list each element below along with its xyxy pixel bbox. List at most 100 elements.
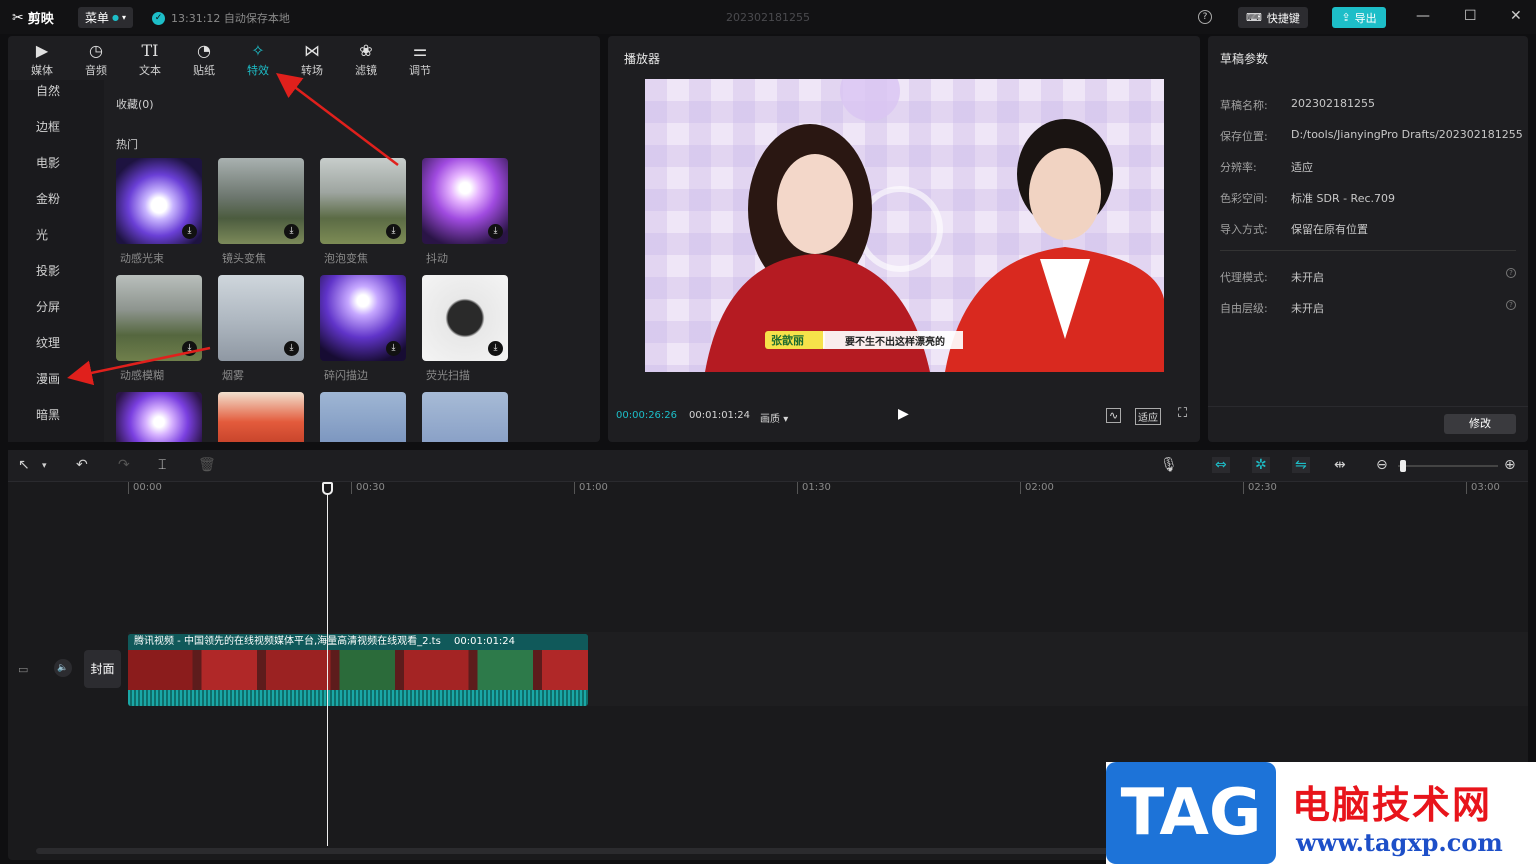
effect-thumb[interactable]: ⤓	[218, 275, 304, 361]
export-button[interactable]: ⇪ 导出	[1332, 7, 1386, 28]
watermark-tag: TAG	[1106, 762, 1276, 864]
field-key: 草稿名称:	[1220, 99, 1268, 112]
download-icon[interactable]: ⤓	[386, 341, 401, 356]
track-audio-icon[interactable]: 🔈	[54, 659, 72, 677]
playhead[interactable]	[327, 482, 328, 846]
link-icon[interactable]: ⇔	[1212, 457, 1230, 473]
microphone-icon[interactable]: 🎙	[1160, 457, 1178, 473]
category-item[interactable]: 纹理	[36, 334, 60, 351]
category-item[interactable]: 暗黑	[36, 406, 60, 423]
zoom-slider[interactable]	[1398, 465, 1498, 467]
total-time: 00:01:01:24	[689, 410, 751, 421]
help-icon[interactable]: ?	[1198, 10, 1212, 24]
player-title: 播放器	[624, 52, 661, 66]
effect-thumb[interactable]: ⤓	[116, 158, 202, 244]
fullscreen-icon[interactable]: ⛶	[1178, 406, 1187, 421]
waveform-icon[interactable]: ∿	[1106, 408, 1122, 423]
track-video-icon[interactable]: ▭	[18, 663, 28, 676]
category-item[interactable]: 电影	[36, 154, 60, 171]
playhead-handle[interactable]	[322, 482, 333, 495]
snap-icon[interactable]: ✲	[1252, 457, 1270, 473]
effect-label: 烟雾	[222, 369, 244, 382]
redo-icon[interactable]: ↷	[118, 457, 130, 473]
tab-audio[interactable]: ◷ 音频	[74, 40, 118, 78]
effect-thumb[interactable]: ⤓	[320, 158, 406, 244]
tab-sticker[interactable]: ◔ 贴纸	[182, 40, 226, 78]
category-item[interactable]: 自然	[36, 82, 60, 99]
tab-filter[interactable]: ❀ 滤镜	[344, 40, 388, 78]
audio-icon: ◷	[89, 41, 103, 60]
download-icon[interactable]: ⤓	[284, 341, 299, 356]
category-item-comic[interactable]: 漫画	[36, 370, 60, 387]
tab-label: 特效	[247, 64, 269, 77]
select-tool-icon[interactable]: ↖	[18, 457, 30, 473]
undo-icon[interactable]: ↶	[76, 457, 88, 473]
export-label: 导出	[1354, 11, 1377, 25]
video-clip[interactable]: 腾讯视频 - 中国领先的在线视频媒体平台,海量高清视频在线观看_2.ts 00:…	[128, 634, 588, 706]
download-icon[interactable]: ⤓	[488, 341, 503, 356]
delete-icon[interactable]: 🗑	[198, 457, 216, 473]
adjust-icon: ⚌	[412, 41, 428, 60]
chevron-down-icon[interactable]: ▾	[42, 461, 47, 471]
preview-axis-icon[interactable]: ⇹	[1334, 457, 1346, 473]
caption-name: 张歆丽	[771, 334, 804, 347]
tab-adjust[interactable]: ⚌ 调节	[398, 40, 442, 78]
effect-thumb[interactable]	[422, 392, 508, 442]
tab-transition[interactable]: ⋈ 转场	[290, 40, 334, 78]
category-item[interactable]: 金粉	[36, 190, 60, 207]
zoom-in-icon[interactable]: ⊕	[1504, 457, 1516, 473]
zoom-slider-handle[interactable]	[1400, 460, 1406, 472]
ruler-tick: 02:00	[1020, 482, 1054, 494]
fit-button[interactable]: 适应	[1135, 408, 1161, 425]
effect-thumb[interactable]: ⤓	[422, 158, 508, 244]
effect-thumb[interactable]: ⤓	[422, 275, 508, 361]
download-icon[interactable]: ⤓	[488, 224, 503, 239]
effect-thumb[interactable]	[116, 392, 202, 442]
ruler-tick: 00:30	[351, 482, 385, 494]
minimize-icon[interactable]: —	[1416, 8, 1430, 24]
tab-text[interactable]: TI 文本	[128, 40, 172, 78]
close-icon[interactable]: ✕	[1510, 8, 1522, 24]
effect-thumb[interactable]: ⤓	[116, 275, 202, 361]
category-item[interactable]: 分屏	[36, 298, 60, 315]
download-icon[interactable]: ⤓	[182, 224, 197, 239]
download-icon[interactable]: ⤓	[284, 224, 299, 239]
favorites-label[interactable]: 收藏(0)	[116, 96, 154, 112]
tab-label: 转场	[301, 64, 323, 77]
effect-thumb[interactable]	[218, 392, 304, 442]
help-icon[interactable]: ?	[1506, 300, 1516, 310]
chevron-down-icon: ▾	[783, 414, 789, 425]
split-icon[interactable]: ⌶	[158, 457, 166, 473]
current-time: 00:00:26:26	[616, 410, 678, 421]
divider	[1208, 406, 1528, 407]
download-icon[interactable]: ⤓	[386, 224, 401, 239]
effect-thumb[interactable]: ⤓	[218, 158, 304, 244]
zoom-out-icon[interactable]: ⊖	[1376, 457, 1388, 473]
category-item[interactable]: 光	[36, 226, 48, 243]
chain-icon[interactable]: ⇋	[1292, 457, 1310, 473]
category-list: 自然 边框 电影 金粉 光 投影 分屏 纹理 漫画 暗黑	[8, 80, 104, 442]
maximize-icon[interactable]: ☐	[1464, 8, 1477, 24]
text-icon: TI	[141, 41, 159, 60]
cover-button[interactable]: 封面	[84, 650, 121, 688]
tab-effects[interactable]: ✧ 特效	[236, 40, 280, 78]
category-item[interactable]: 投影	[36, 262, 60, 279]
video-preview[interactable]: 张歆丽 要不生不出这样漂亮的	[645, 79, 1164, 372]
ruler-tick: 03:00	[1466, 482, 1500, 494]
effect-label: 碎闪描边	[324, 369, 368, 382]
shortcut-button[interactable]: ⌨ 快捷键	[1238, 7, 1308, 28]
divider	[1220, 250, 1516, 251]
tab-label: 贴纸	[193, 64, 215, 77]
category-item[interactable]: 边框	[36, 118, 60, 135]
play-button[interactable]: ▶	[898, 406, 909, 422]
effect-thumb[interactable]: ⤓	[320, 275, 406, 361]
field-key: 自由层级:	[1220, 302, 1268, 315]
quality-dropdown[interactable]: 画质 ▾	[760, 410, 788, 425]
download-icon[interactable]: ⤓	[182, 341, 197, 356]
help-icon[interactable]: ?	[1506, 268, 1516, 278]
effect-label: 荧光扫描	[426, 369, 470, 382]
effect-thumb[interactable]	[320, 392, 406, 442]
shortcut-label: 快捷键	[1266, 11, 1300, 25]
modify-button[interactable]: 修改	[1444, 414, 1516, 434]
tab-media[interactable]: ▶ 媒体	[20, 40, 64, 78]
